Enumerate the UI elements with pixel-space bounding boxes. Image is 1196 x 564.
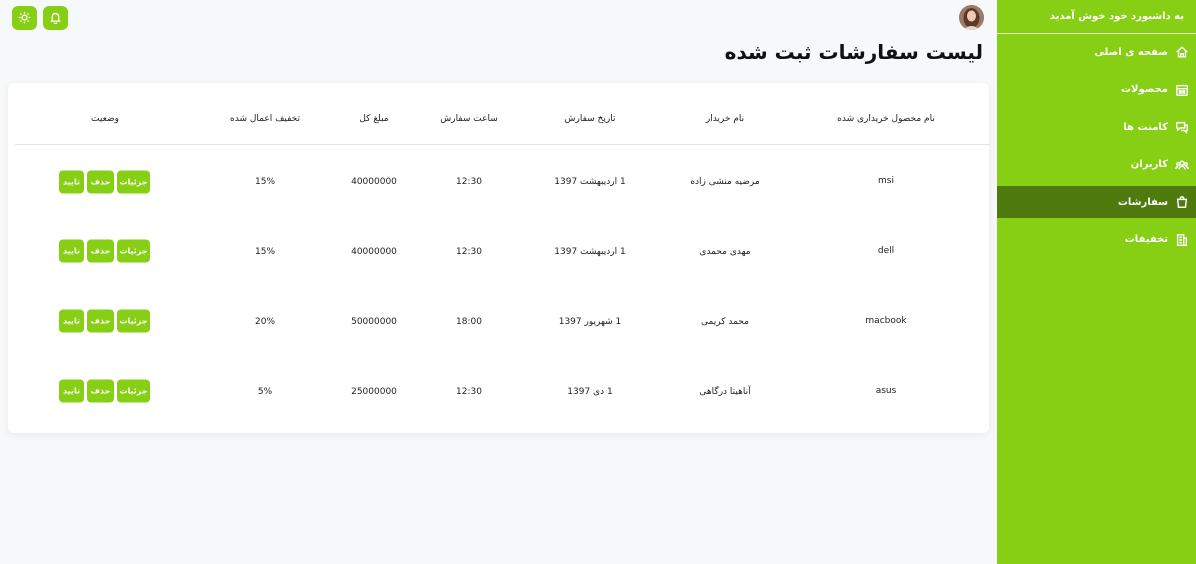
sidebar-welcome: به داشبورد خود خوش آمدید [997, 0, 1196, 34]
sidebar-item-home[interactable]: صفحه ی اصلی [997, 36, 1196, 68]
discount-cell: 5% [257, 387, 273, 397]
time-cell: 18:00 [456, 317, 482, 327]
total-cell: 25000000 [351, 387, 397, 397]
delete-button[interactable]: حذف [87, 379, 114, 403]
header-date: تاریخ سفارش [564, 114, 616, 124]
sidebar-item-label: کاربران [1130, 159, 1168, 170]
date-cell: 1 اردیبهشت 1397 [554, 247, 626, 257]
row-actions: تایید حذف جزئیات [59, 309, 150, 333]
header-time: ساعت سفارش [440, 114, 498, 124]
buyer-cell: مهدی محمدی [699, 247, 751, 257]
product-cell: dell [877, 246, 895, 256]
header-total: مبلغ کل [359, 114, 389, 124]
products-icon [1174, 82, 1190, 98]
sun-icon [18, 9, 31, 28]
product-cell: macbook [865, 316, 907, 326]
confirm-button[interactable]: تایید [59, 309, 84, 333]
table-row: macbook محمد کریمی 1 شهریور 1397 18:00 5… [8, 287, 989, 357]
header-discount: تخفیف اعمال شده [230, 114, 300, 124]
sidebar-item-label: سفارشات [1117, 196, 1168, 208]
row-actions: تایید حذف جزئیات [59, 170, 150, 194]
table-row: msi مرضیه منشی زاده 1 اردیبهشت 1397 12:3… [8, 147, 989, 217]
discount-cell: 20% [254, 317, 276, 327]
row-actions: تایید حذف جزئیات [59, 379, 150, 403]
discount-cell: 15% [254, 177, 276, 187]
confirm-button[interactable]: تایید [59, 379, 84, 403]
product-cell: msi [878, 176, 894, 186]
confirm-button[interactable]: تایید [59, 170, 84, 194]
sidebar-item-users[interactable]: کاربران [997, 149, 1196, 181]
date-cell: 1 اردیبهشت 1397 [554, 177, 626, 187]
sidebar-item-label: کامنت ها [1123, 121, 1168, 133]
confirm-button[interactable]: تایید [59, 239, 84, 263]
discounts-icon [1174, 232, 1190, 248]
header-product: نام محصول خریداری شده [837, 114, 935, 124]
delete-button[interactable]: حذف [87, 309, 114, 333]
table-row: asus آناهیتا درگاهی 1 دی 1397 12:30 2500… [8, 357, 989, 427]
total-cell: 40000000 [351, 247, 397, 257]
sidebar-item-label: صفحه ی اصلی [1094, 46, 1168, 58]
row-actions: تایید حذف جزئیات [59, 239, 150, 263]
avatar[interactable] [959, 5, 984, 30]
delete-button[interactable]: حذف [87, 239, 114, 263]
sidebar-item-orders[interactable]: سفارشات [997, 186, 1196, 218]
page-title: لیست سفارشات ثبت شده [724, 40, 983, 64]
notifications-button[interactable] [43, 6, 68, 30]
delete-button[interactable]: حذف [87, 170, 114, 194]
buyer-cell: مرضیه منشی زاده [690, 177, 760, 187]
orders-bag-icon [1174, 194, 1190, 210]
sidebar-item-products[interactable]: محصولات [997, 74, 1196, 106]
table-row: dell مهدی محمدی 1 اردیبهشت 1397 12:30 40… [8, 217, 989, 287]
details-button[interactable]: جزئیات [117, 170, 150, 194]
sidebar-menu: صفحه ی اصلی محصولات کامنت ها کاربران سفا… [997, 36, 1196, 256]
total-cell: 50000000 [351, 317, 397, 327]
home-icon [1174, 44, 1190, 60]
header-status: وضعیت [91, 114, 119, 124]
theme-toggle-button[interactable] [12, 6, 37, 30]
date-cell: 1 شهریور 1397 [558, 317, 622, 327]
sidebar: به داشبورد خود خوش آمدید صفحه ی اصلی محص… [997, 0, 1196, 564]
discount-cell: 15% [254, 247, 276, 257]
orders-table: نام محصول خریداری شده نام خریدار تاریخ س… [8, 83, 990, 433]
date-cell: 1 دی 1397 [567, 387, 613, 397]
user-avatar-image [959, 5, 984, 30]
sidebar-item-comments[interactable]: کامنت ها [997, 111, 1196, 143]
time-cell: 12:30 [456, 247, 482, 257]
details-button[interactable]: جزئیات [117, 239, 150, 263]
header-buyer: نام خریدار [705, 114, 745, 124]
sidebar-item-discounts[interactable]: تخفیفات [997, 224, 1196, 256]
product-cell: asus [875, 386, 897, 396]
buyer-cell: آناهیتا درگاهی [699, 387, 751, 397]
details-button[interactable]: جزئیات [117, 379, 150, 403]
total-cell: 40000000 [351, 177, 397, 187]
buyer-cell: محمد کریمی [701, 317, 749, 327]
sidebar-item-label: محصولات [1120, 84, 1168, 95]
users-icon [1174, 157, 1190, 173]
comments-icon [1174, 119, 1190, 135]
bell-icon [49, 9, 62, 28]
details-button[interactable]: جزئیات [117, 309, 150, 333]
time-cell: 12:30 [456, 387, 482, 397]
time-cell: 12:30 [456, 177, 482, 187]
sidebar-item-label: تخفیفات [1124, 234, 1168, 245]
